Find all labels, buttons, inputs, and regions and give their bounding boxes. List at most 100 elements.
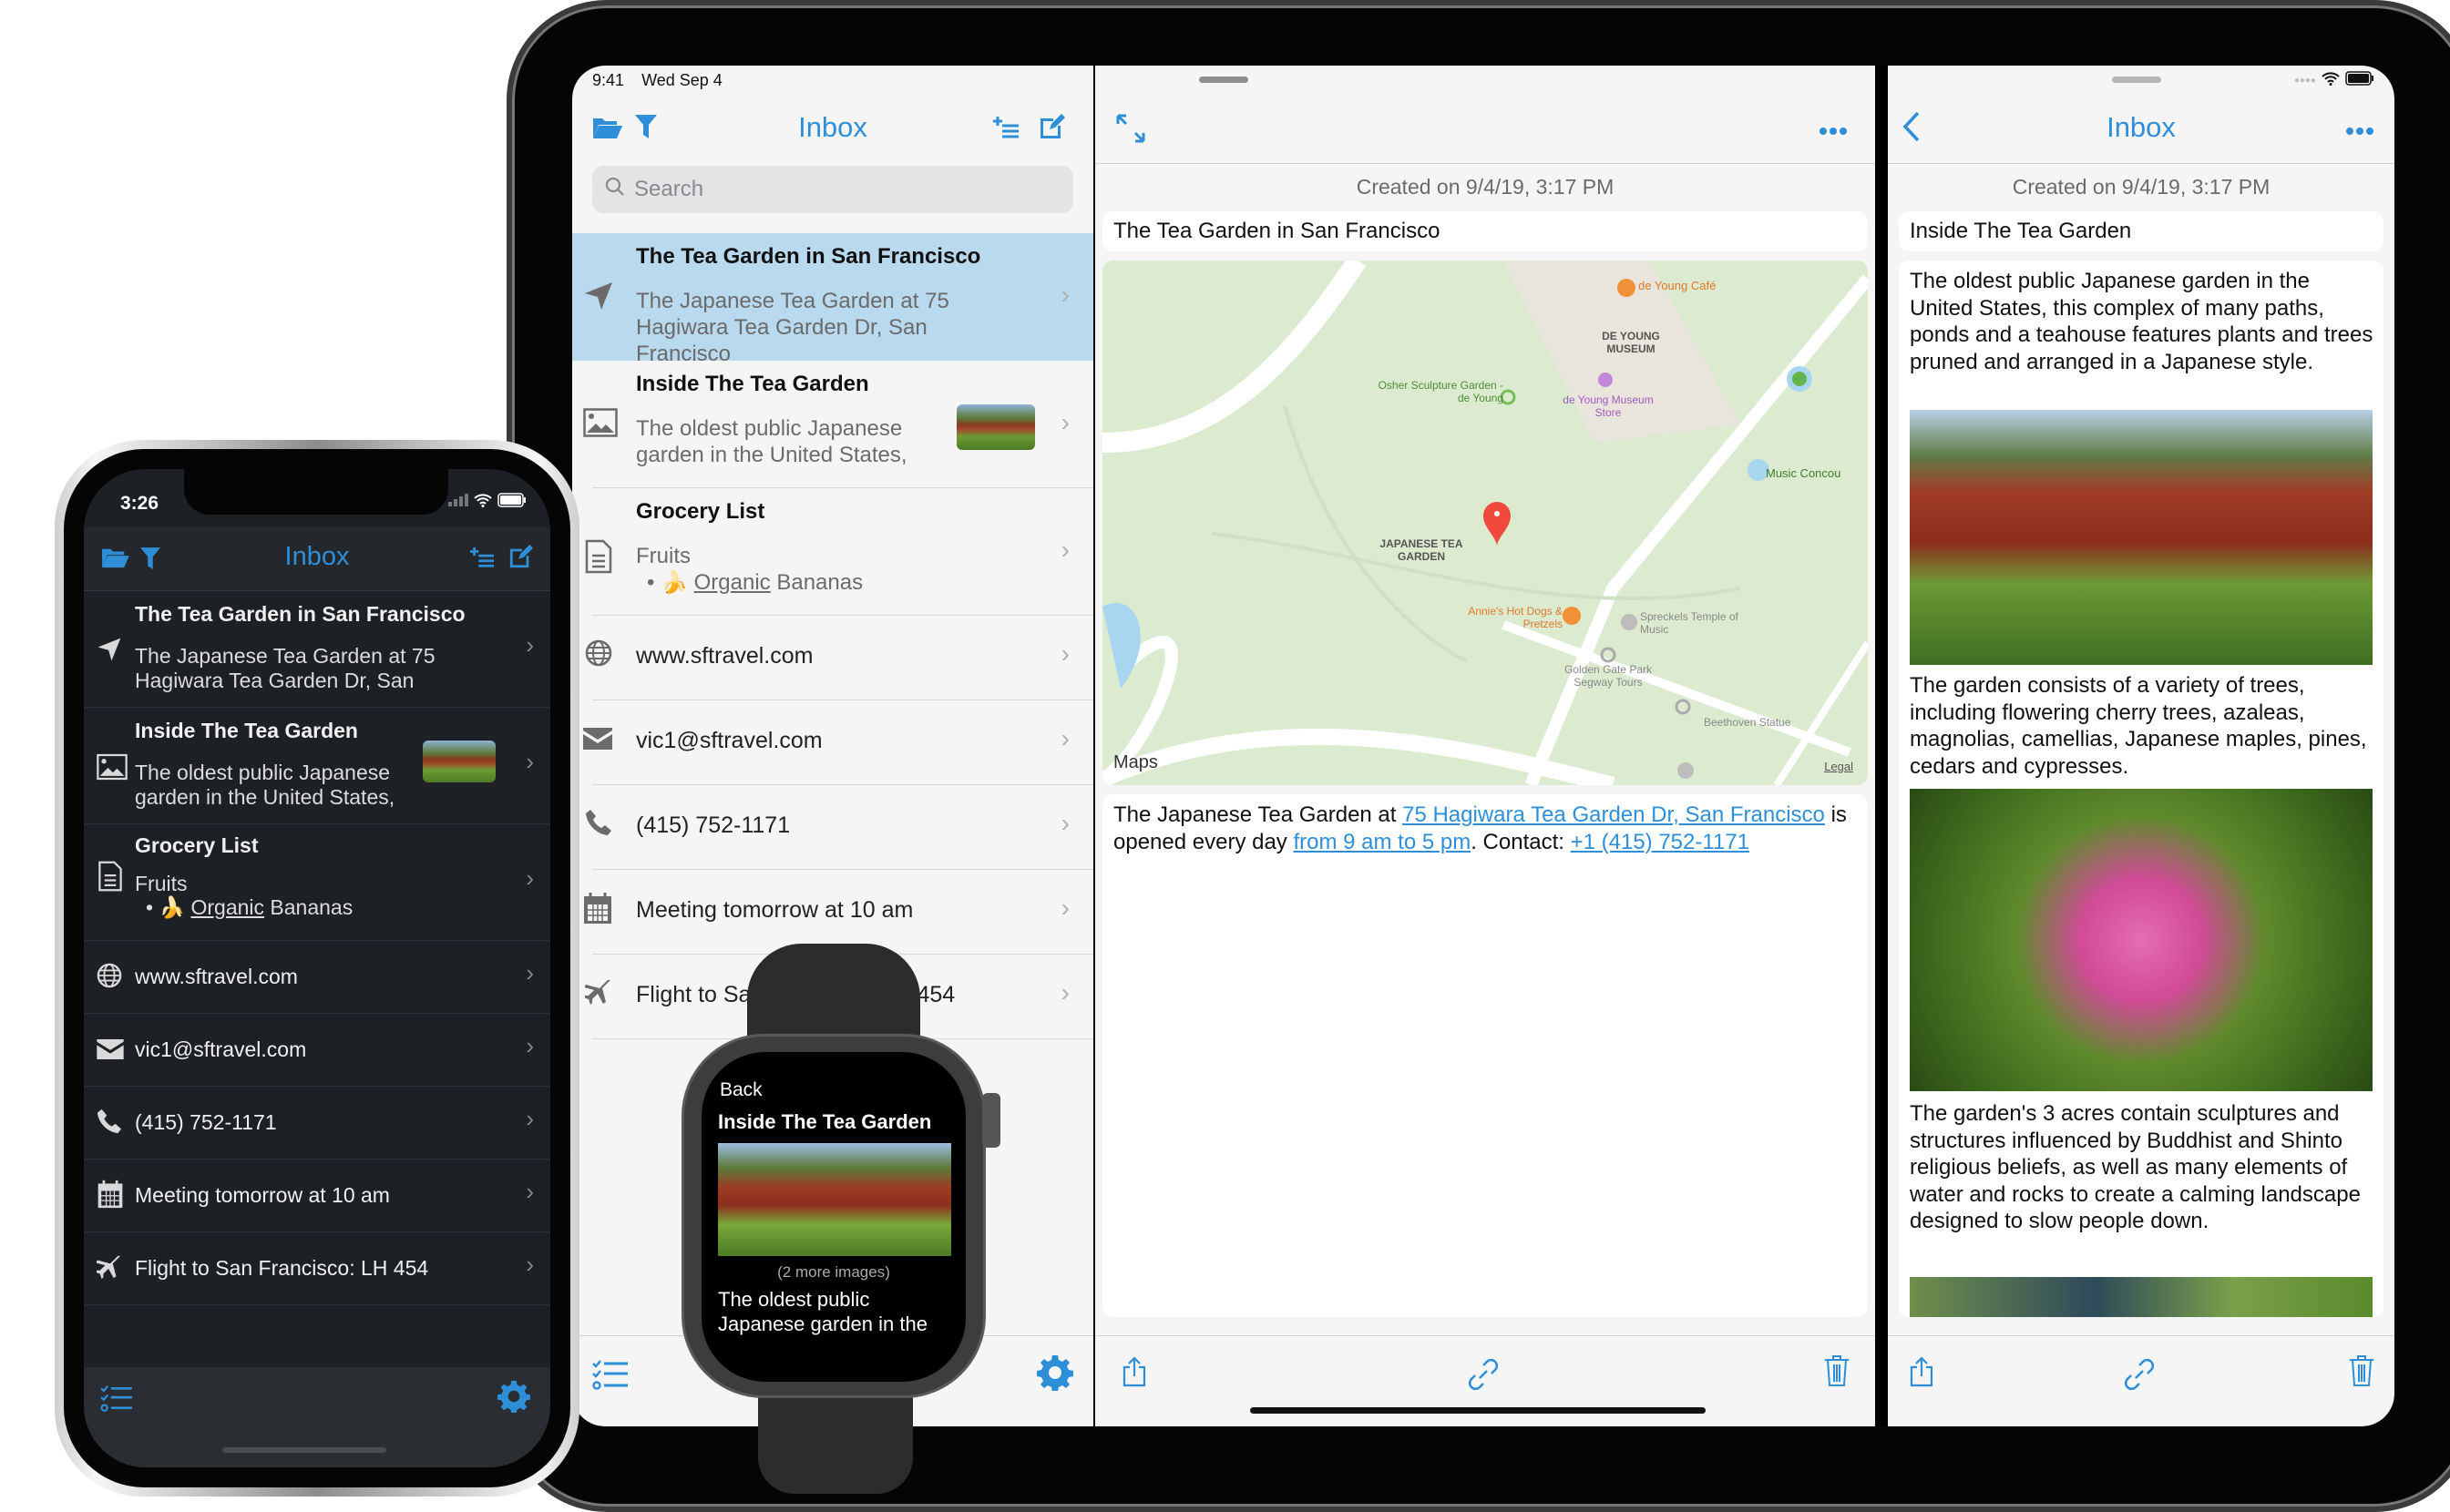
list-item[interactable]: Grocery List Fruits • 🍌 Organic Bananas … xyxy=(585,488,1093,616)
azalea-photo xyxy=(1910,789,2373,1091)
watch-body-text: The oldest public Japanese garden in the xyxy=(718,1288,928,1335)
item-title: The Tea Garden in San Francisco xyxy=(636,244,981,269)
slide-over-handle[interactable] xyxy=(2112,77,2161,83)
compose-icon[interactable] xyxy=(1037,111,1068,142)
chevron-right-icon: › xyxy=(526,1032,534,1059)
list-item[interactable]: www.sftravel.com › xyxy=(84,941,550,1014)
multitasking-handle[interactable] xyxy=(1199,77,1248,83)
note-body[interactable]: The oldest public Japanese garden in the… xyxy=(1899,261,2383,1317)
chevron-right-icon: › xyxy=(1061,894,1070,922)
hours-link[interactable]: from 9 am to 5 pm xyxy=(1293,830,1471,854)
map-legal-link[interactable]: Legal xyxy=(1824,760,1853,773)
list-item[interactable]: vic1@sftravel.com › xyxy=(583,700,1093,785)
note-title-field[interactable]: Inside The Tea Garden xyxy=(1899,211,2383,251)
location-arrow-icon xyxy=(583,281,620,317)
moon-bridge-photo xyxy=(1910,1277,2373,1317)
signal-icon: ●●●● xyxy=(2293,76,2316,86)
watch-digital-crown[interactable] xyxy=(982,1093,1000,1148)
compose-icon[interactable] xyxy=(508,544,534,574)
watch-back-button[interactable]: Back xyxy=(720,1079,763,1101)
document-icon xyxy=(585,539,621,576)
settings-gear-icon[interactable] xyxy=(1037,1354,1073,1395)
created-date: Created on 9/4/19, 3:17 PM xyxy=(2012,175,2271,199)
list-item[interactable]: Grocery List Fruits • 🍌 Organic Bananas … xyxy=(84,824,550,941)
calendar-icon xyxy=(97,1180,129,1212)
organic-link[interactable]: Organic xyxy=(694,570,771,595)
settings-gear-icon[interactable] xyxy=(497,1380,530,1417)
note-body[interactable]: The Japanese Tea Garden at 75 Hagiwara T… xyxy=(1102,794,1868,1317)
location-arrow-icon xyxy=(97,637,129,669)
watch-photo xyxy=(718,1143,951,1256)
chevron-right-icon: › xyxy=(1061,536,1070,564)
map-label: Golden Gate Park Segway Tours xyxy=(1563,663,1653,689)
address-link[interactable]: 75 Hagiwara Tea Garden Dr, San Francisco xyxy=(1402,802,1825,827)
organic-link[interactable]: Organic xyxy=(190,895,264,919)
trash-icon[interactable] xyxy=(1824,1354,1850,1392)
link-icon[interactable] xyxy=(1465,1356,1502,1397)
home-indicator xyxy=(222,1447,386,1453)
folder-open-icon[interactable] xyxy=(590,111,623,144)
bullet-line: • 🍌 Organic Bananas xyxy=(146,895,354,919)
battery-icon xyxy=(497,493,527,512)
more-options-icon[interactable] xyxy=(1819,124,1848,140)
list-item[interactable]: (415) 752-1171 › xyxy=(586,785,1093,870)
paragraph: The garden consists of a variety of tree… xyxy=(1910,673,2367,779)
note-title-field[interactable]: The Tea Garden in San Francisco xyxy=(1102,211,1868,251)
list-item[interactable]: The Tea Garden in San Francisco The Japa… xyxy=(84,591,550,708)
notch xyxy=(184,469,448,515)
bullet-text: Bananas xyxy=(770,570,864,595)
envelope-icon xyxy=(583,728,620,764)
battery-icon xyxy=(2345,71,2374,90)
list-item[interactable]: Flight to San Francisco: LH 454 › xyxy=(84,1232,550,1305)
trash-icon[interactable] xyxy=(2349,1354,2374,1392)
item-subtitle: Fruits xyxy=(135,872,188,895)
share-icon[interactable] xyxy=(1910,1356,1933,1392)
chevron-right-icon: › xyxy=(526,748,534,775)
created-date: Created on 9/4/19, 3:17 PM xyxy=(1356,175,1615,199)
item-title: Inside The Tea Garden xyxy=(636,372,869,396)
list-item[interactable]: vic1@sftravel.com › xyxy=(84,1014,550,1087)
globe-icon xyxy=(585,639,621,676)
list-item[interactable]: Meeting tomorrow at 10 am › xyxy=(84,1160,550,1232)
map-label: de Young Café xyxy=(1638,279,1717,292)
item-text: Meeting tomorrow at 10 am xyxy=(135,1183,390,1207)
list-item[interactable]: (415) 752-1171 › xyxy=(84,1087,550,1160)
nav-divider xyxy=(1095,163,1875,164)
status-date: Wed Sep 4 xyxy=(641,71,723,89)
list-item[interactable]: Inside The Tea Garden The oldest public … xyxy=(583,361,1093,488)
chevron-right-icon: › xyxy=(526,959,534,986)
chevron-right-icon: › xyxy=(526,1178,534,1205)
map-label: Spreckels Temple of Music xyxy=(1640,610,1738,636)
link-icon[interactable] xyxy=(2121,1356,2158,1397)
detail-toolbar xyxy=(1888,1335,2394,1426)
nav-title: Inbox xyxy=(798,111,867,143)
checklist-icon[interactable] xyxy=(592,1358,629,1395)
checklist-icon[interactable] xyxy=(100,1384,133,1417)
phone-link[interactable]: +1 (415) 752-1171 xyxy=(1571,830,1749,854)
phone-icon xyxy=(585,809,621,845)
share-icon[interactable] xyxy=(1122,1356,1146,1392)
home-indicator xyxy=(1250,1407,1706,1414)
watch-note-title: Inside The Tea Garden xyxy=(718,1110,932,1133)
chevron-right-icon: › xyxy=(1061,724,1070,752)
search-input[interactable]: Search xyxy=(592,166,1073,213)
sort-list-icon[interactable] xyxy=(470,546,494,574)
expand-icon[interactable] xyxy=(1115,113,1146,148)
chevron-right-icon: › xyxy=(1061,281,1070,309)
filter-icon[interactable] xyxy=(632,113,660,142)
paragraph: The garden's 3 acres contain sculptures … xyxy=(1910,1101,2361,1233)
list-item[interactable]: Inside The Tea Garden The oldest public … xyxy=(84,708,550,824)
airplane-icon xyxy=(583,978,621,1015)
list-item[interactable]: Meeting tomorrow at 10 am › xyxy=(584,870,1093,955)
item-text: vic1@sftravel.com xyxy=(135,1037,307,1061)
sort-list-icon[interactable] xyxy=(991,113,1020,142)
item-text: Flight to San Francisco: LH 454 xyxy=(135,1256,429,1280)
more-options-icon[interactable] xyxy=(2345,124,2374,140)
list-item[interactable]: The Tea Garden in San Francisco The Japa… xyxy=(572,233,1093,366)
status-icons xyxy=(448,493,527,512)
list-item[interactable]: www.sftravel.com › xyxy=(585,616,1093,700)
bullet-text: Bananas xyxy=(264,895,354,919)
map-label: Osher Sculpture Garden - de Young xyxy=(1378,379,1503,404)
map-view[interactable]: de Young Café DE YOUNG MUSEUM Osher Scul… xyxy=(1102,261,1868,785)
item-subtitle: The oldest public Japanese garden in the… xyxy=(636,416,907,467)
